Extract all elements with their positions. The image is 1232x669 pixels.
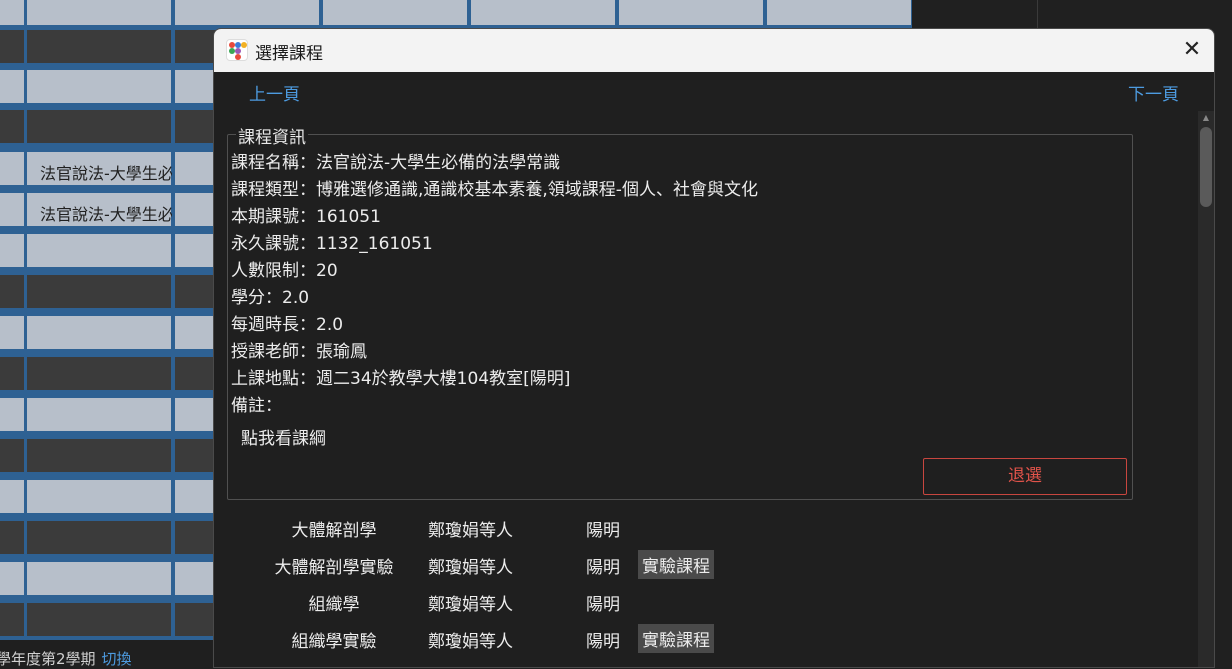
timetable-cell[interactable] [0, 480, 24, 513]
info-legend: 課程資訊 [236, 123, 308, 148]
info-line: 學分：2.0 [231, 288, 310, 308]
drop-course-button[interactable]: 退選 [923, 458, 1127, 495]
course-teacher: 鄭瓊娟等人 [428, 632, 513, 652]
timetable-cell[interactable] [0, 316, 24, 349]
timetable-cell[interactable] [0, 110, 24, 143]
info-line: 課程類型：博雅選修通識,通識校基本素養,領域課程-個人、社會與文化 [231, 180, 758, 200]
timetable-course-label: 法官說法-大學生必備的法學常識 [40, 205, 172, 224]
timetable-cell[interactable] [0, 521, 24, 554]
course-campus: 陽明 [586, 595, 620, 615]
timetable-cell[interactable] [0, 439, 24, 472]
timetable-cell[interactable] [27, 110, 171, 143]
timetable-cell[interactable]: 法官說法-大學生必備的法學常識 [27, 193, 172, 226]
timetable-cell[interactable] [0, 30, 24, 63]
course-row[interactable]: 組織學 鄭瓊娟等人 陽明 [214, 590, 1194, 620]
course-row[interactable]: 大體解剖學 鄭瓊娟等人 陽明 [214, 516, 1194, 546]
syllabus-link[interactable]: 點我看課綱 [241, 424, 326, 449]
course-teacher: 鄭瓊娟等人 [428, 558, 513, 578]
timetable-cell[interactable] [0, 152, 24, 185]
timetable-cell[interactable] [27, 480, 171, 513]
timetable-cell[interactable]: 法官說法-大學生必備的法學常識 [27, 152, 172, 185]
scrollbar[interactable]: ▲ [1198, 111, 1214, 667]
course-teacher: 鄭瓊娟等人 [428, 521, 513, 541]
scroll-up-icon[interactable]: ▲ [1201, 113, 1211, 123]
timetable-course-label: 法官說法-大學生必備的法學常識 [40, 164, 172, 183]
window-title: 選擇課程 [255, 44, 323, 64]
timetable-cell[interactable] [27, 316, 171, 349]
info-line: 人數限制：20 [231, 261, 338, 281]
timetable-cell[interactable] [0, 562, 24, 595]
timetable-cell[interactable] [27, 275, 171, 308]
timetable-cell[interactable] [27, 234, 171, 267]
timetable-cell[interactable] [27, 439, 171, 472]
info-line: 本期課號：161051 [231, 207, 381, 227]
timetable-cell[interactable] [0, 357, 24, 390]
timetable-cell[interactable] [471, 0, 615, 25]
close-icon: ✕ [1182, 37, 1202, 62]
prev-page-link[interactable]: 上一頁 [249, 80, 300, 105]
scroll-thumb[interactable] [1200, 127, 1212, 207]
info-line: 上課地點：週二34於教學大樓104教室[陽明] [231, 369, 571, 389]
info-line: 授課老師：張瑜鳳 [231, 342, 367, 362]
timetable-cell[interactable] [767, 0, 911, 25]
timetable-cell[interactable] [27, 70, 171, 103]
course-campus: 陽明 [586, 632, 620, 652]
timetable-cell[interactable] [0, 398, 24, 431]
course-name: 組織學實驗 [291, 632, 377, 652]
semester-label: 學年度第2學期 切換 [0, 650, 132, 668]
divider [1037, 0, 1038, 30]
timetable-cell[interactable] [0, 70, 24, 103]
course-tag-badge: 實驗課程 [638, 624, 714, 653]
info-line: 永久課號：1132_161051 [231, 234, 433, 254]
course-name: 大體解剖學實驗 [274, 558, 394, 578]
course-campus: 陽明 [586, 558, 620, 578]
app-icon [226, 39, 248, 61]
course-row[interactable]: 組織學實驗 鄭瓊娟等人 陽明 實驗課程 [214, 624, 1194, 657]
course-campus: 陽明 [586, 521, 620, 541]
close-button[interactable]: ✕ [1174, 34, 1210, 66]
course-teacher: 鄭瓊娟等人 [428, 595, 513, 615]
timetable-cell[interactable] [27, 603, 171, 636]
switch-semester-link[interactable]: 切換 [102, 650, 132, 668]
timetable-cell[interactable] [0, 0, 24, 25]
timetable-cell[interactable] [27, 562, 171, 595]
timetable-cell[interactable] [27, 521, 171, 554]
info-line: 課程名稱：法官說法-大學生必備的法學常識 [231, 153, 561, 173]
timetable-cell[interactable] [0, 603, 24, 636]
next-page-link[interactable]: 下一頁 [1128, 80, 1179, 105]
info-line: 每週時長：2.0 [231, 315, 344, 335]
timetable-cell[interactable] [27, 357, 171, 390]
course-name: 組織學 [308, 595, 360, 615]
timetable-cell[interactable] [619, 0, 763, 25]
course-tag-badge: 實驗課程 [638, 550, 714, 579]
info-line: 備註： [231, 396, 282, 416]
timetable-cell[interactable] [27, 30, 171, 63]
timetable-cell[interactable] [175, 0, 319, 25]
course-dialog: 選擇課程 ✕ 上一頁 下一頁 ▲ 課程資訊 課程名稱：法官說法-大學生必備的法學… [213, 28, 1215, 668]
timetable-cell[interactable] [27, 398, 171, 431]
course-info-group: 課程資訊 課程名稱：法官說法-大學生必備的法學常識課程類型：博雅選修通識,通識校… [227, 123, 1133, 500]
timetable-cell[interactable] [0, 193, 24, 226]
title-bar: 選擇課程 ✕ [214, 29, 1214, 72]
timetable-cell[interactable] [323, 0, 467, 25]
timetable-cell[interactable] [0, 275, 24, 308]
course-row[interactable]: 大體解剖學實驗 鄭瓊娟等人 陽明 實驗課程 [214, 550, 1194, 583]
timetable-cell[interactable] [0, 234, 24, 267]
timetable-cell[interactable] [27, 0, 171, 25]
course-name: 大體解剖學 [291, 521, 377, 541]
